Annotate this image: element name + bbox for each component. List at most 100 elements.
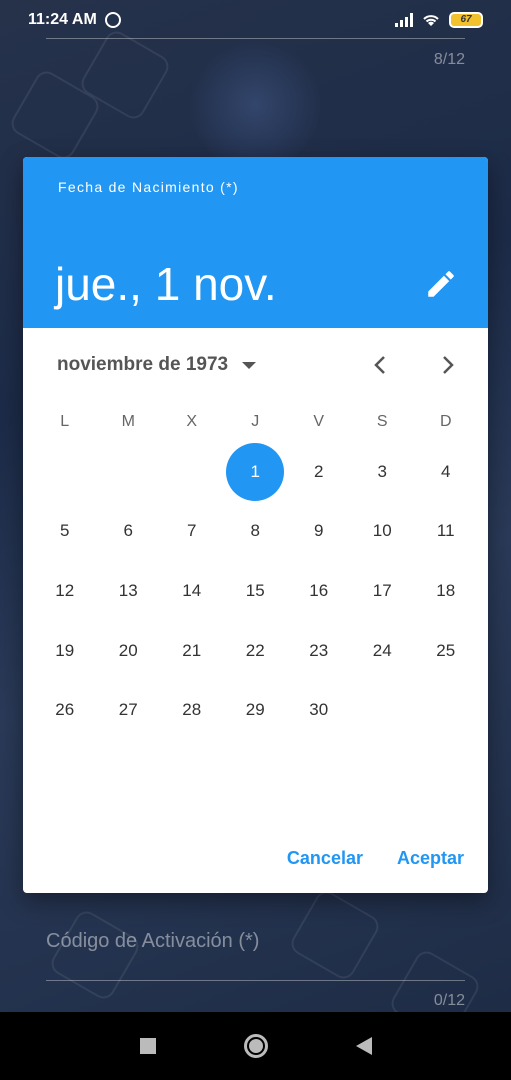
day-number: 1 (226, 442, 285, 501)
calendar-day[interactable]: 22 (224, 621, 288, 681)
calendar-day[interactable]: 14 (160, 561, 224, 621)
calendar-day[interactable]: 16 (287, 561, 351, 621)
dialog-actions: Cancelar Aceptar (287, 848, 464, 869)
wifi-icon (423, 15, 439, 26)
day-number: 29 (245, 700, 265, 720)
alarm-icon (104, 12, 121, 28)
weekday-label: J (251, 413, 260, 430)
back-icon[interactable] (355, 1037, 372, 1055)
calendar-day[interactable]: 8 (224, 502, 288, 562)
calendar-day[interactable]: 29 (224, 680, 288, 740)
day-number: 24 (372, 640, 392, 660)
calendar-day[interactable]: 23 (287, 621, 351, 681)
month-navigation: noviembre de 1973 (23, 340, 488, 390)
calendar-day[interactable]: 3 (351, 442, 415, 502)
calendar-day[interactable]: 17 (351, 561, 415, 621)
status-bar: 11:24 AM 67 (0, 0, 511, 40)
calendar-day[interactable]: 18 (414, 561, 478, 621)
weekday-label: L (60, 413, 70, 430)
calendar-week-row: 26 27 28 29 30 (33, 680, 478, 740)
status-time: 11:24 AM (28, 11, 97, 28)
empty-day-cell (351, 680, 415, 740)
status-icons: 67 (395, 12, 483, 28)
day-number: 26 (55, 700, 75, 720)
activation-code-field[interactable]: Código de Activación (*) (46, 930, 259, 953)
day-number: 23 (309, 640, 329, 660)
day-number: 13 (118, 580, 138, 600)
day-number: 8 (250, 521, 260, 541)
background-pattern (287, 887, 383, 983)
day-number: 4 (441, 461, 451, 481)
calendar-day[interactable]: 12 (33, 561, 97, 621)
calendar-day[interactable]: 5 (33, 502, 97, 562)
day-number: 14 (182, 580, 202, 600)
calendar-day[interactable]: 4 (414, 442, 478, 502)
day-number: 11 (436, 521, 455, 541)
navigation-bar (0, 1012, 511, 1080)
calendar-day[interactable]: 7 (160, 502, 224, 562)
background-pattern (47, 907, 143, 1003)
home-icon[interactable] (243, 1034, 268, 1058)
dialog-header: Fecha de Nacimiento (*) jue., 1 nov. (23, 157, 488, 328)
weekday-label: S (376, 413, 388, 430)
day-number: 9 (314, 521, 324, 541)
day-number: 6 (123, 521, 133, 541)
calendar-day[interactable]: 27 (97, 680, 161, 740)
calendar-day[interactable]: 6 (97, 502, 161, 562)
weekday-label: X (186, 413, 198, 430)
month-year-dropdown[interactable]: noviembre de 1973 (57, 354, 257, 376)
calendar-day[interactable]: 24 (351, 621, 415, 681)
day-number: 16 (309, 580, 329, 600)
day-number: 2 (314, 461, 324, 481)
date-picker-dialog: Fecha de Nacimiento (*) jue., 1 nov. nov… (23, 157, 488, 893)
calendar-day[interactable]: 28 (160, 680, 224, 740)
day-number: 20 (118, 640, 138, 660)
selected-date: jue., 1 nov. (55, 258, 277, 310)
calendar-day[interactable]: 13 (97, 561, 161, 621)
char-counter: 0/12 (433, 992, 465, 1009)
calendar-day[interactable]: 21 (160, 621, 224, 681)
calendar-weeks: 1 2 3 4 5 6 7 8 9 10 11 12 13 14 15 16 17 18 19 20 21 22 23 24 2… (33, 442, 478, 740)
empty-day-cell (414, 680, 478, 740)
empty-day-cell (33, 442, 97, 502)
calendar-day[interactable]: 11 (414, 502, 478, 562)
calendar-day[interactable]: 10 (351, 502, 415, 562)
day-number: 10 (372, 521, 392, 541)
field-underline (46, 980, 465, 981)
calendar-day[interactable]: 26 (33, 680, 97, 740)
day-number: 30 (309, 700, 329, 720)
weekday-label: V (313, 413, 325, 430)
day-number: 7 (187, 521, 197, 541)
calendar-day[interactable]: 20 (97, 621, 161, 681)
calendar-day[interactable]: 9 (287, 502, 351, 562)
calendar-day[interactable]: 2 (287, 442, 351, 502)
day-number: 18 (436, 580, 456, 600)
calendar-grid: L M X J V S D 1 2 3 4 5 6 7 8 9 10 11 12 13 14 15 16 17 1… (33, 402, 478, 740)
cancel-button[interactable]: Cancelar (287, 848, 363, 869)
signal-icon (395, 13, 413, 27)
calendar-week-row: 12 13 14 15 16 17 18 (33, 561, 478, 621)
recents-icon[interactable] (139, 1038, 156, 1054)
background-image (190, 40, 320, 170)
empty-day-cell (97, 442, 161, 502)
chevron-right-icon[interactable] (431, 348, 465, 382)
caret-down-icon (242, 361, 257, 369)
day-number: 5 (60, 521, 70, 541)
weekday-header: L M X J V S D (33, 402, 478, 442)
calendar-day[interactable]: 30 (287, 680, 351, 740)
calendar-week-row: 19 20 21 22 23 24 25 (33, 621, 478, 681)
calendar-day-selected[interactable]: 1 (224, 442, 288, 502)
day-number: 15 (245, 580, 265, 600)
chevron-left-icon[interactable] (363, 348, 397, 382)
calendar-day[interactable]: 25 (414, 621, 478, 681)
calendar-day[interactable]: 19 (33, 621, 97, 681)
day-number: 27 (118, 700, 138, 720)
battery-icon: 67 (449, 12, 483, 28)
day-number: 25 (436, 640, 456, 660)
accept-button[interactable]: Aceptar (397, 848, 464, 869)
day-number: 21 (182, 640, 202, 660)
month-year-label: noviembre de 1973 (57, 354, 229, 375)
calendar-day[interactable]: 15 (224, 561, 288, 621)
calendar-week-row: 5 6 7 8 9 10 11 (33, 502, 478, 562)
pencil-icon[interactable] (424, 267, 458, 301)
